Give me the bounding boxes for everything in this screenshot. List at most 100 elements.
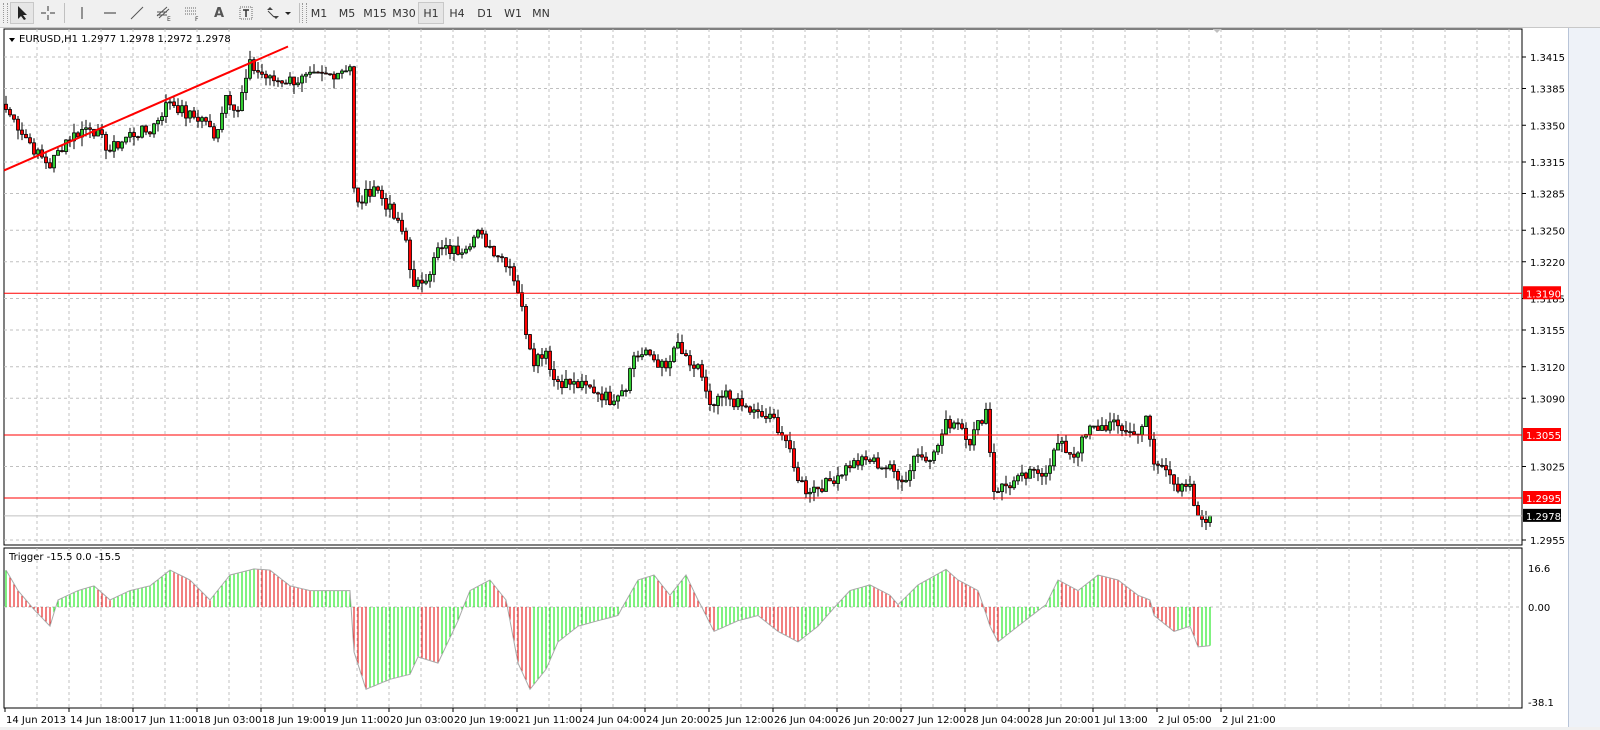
bear-candle-body bbox=[104, 134, 108, 151]
bear-candle-body bbox=[664, 360, 668, 369]
cursor-tool-button[interactable] bbox=[10, 2, 34, 24]
time-axis-label: 17 Jun 11:00 bbox=[134, 715, 198, 726]
timeframe-mn-button[interactable]: MN bbox=[528, 2, 554, 24]
bear-candle-body bbox=[996, 491, 1000, 493]
bear-candle-body bbox=[656, 359, 660, 368]
bear-candle-body bbox=[208, 120, 212, 128]
bull-candle-body bbox=[424, 280, 428, 284]
horizontal-line-price-label: 1.3190 bbox=[1526, 289, 1561, 300]
bear-candle-body bbox=[132, 132, 136, 138]
vertical-line-button[interactable] bbox=[70, 2, 94, 24]
bear-candle-body bbox=[76, 132, 80, 138]
bull-candle-body bbox=[464, 248, 468, 254]
bull-candle-body bbox=[372, 186, 376, 197]
bear-candle-body bbox=[692, 364, 696, 369]
bull-candle-body bbox=[432, 257, 436, 275]
bull-candle-body bbox=[860, 456, 864, 466]
bull-candle-body bbox=[388, 203, 392, 210]
time-axis-label: 18 Jun 03:00 bbox=[198, 715, 262, 726]
bear-candle-body bbox=[20, 129, 24, 135]
text-label-button[interactable] bbox=[234, 2, 258, 24]
bear-candle-body bbox=[1164, 465, 1168, 471]
timeframe-d1-button[interactable]: D1 bbox=[472, 2, 498, 24]
text-tool-button[interactable]: A bbox=[207, 2, 231, 24]
bull-candle-body bbox=[844, 465, 848, 476]
timeframe-m5-button[interactable]: M5 bbox=[334, 2, 360, 24]
bear-candle-body bbox=[848, 465, 852, 469]
bull-candle-body bbox=[1100, 425, 1104, 431]
bull-candle-body bbox=[1112, 419, 1116, 423]
bear-candle-body bbox=[648, 349, 652, 356]
bear-candle-body bbox=[584, 380, 588, 386]
price-axis-label: 1.3285 bbox=[1530, 190, 1565, 201]
horizontal-line-button[interactable] bbox=[98, 2, 122, 24]
bear-candle-body bbox=[172, 101, 176, 107]
timeframe-h4-button[interactable]: H4 bbox=[444, 2, 470, 24]
price-axis-label: 1.3025 bbox=[1530, 463, 1565, 474]
bear-candle-body bbox=[1096, 425, 1100, 431]
bull-candle-body bbox=[932, 451, 936, 461]
horizontal-line-price-label: 1.3055 bbox=[1526, 431, 1561, 442]
bear-candle-body bbox=[256, 70, 260, 73]
bear-candle-body bbox=[480, 229, 484, 235]
bull-candle-body bbox=[640, 354, 644, 358]
bull-candle-body bbox=[544, 350, 548, 359]
chart-canvas[interactable]: 1.3415 1.3385 1.3350 1.3315 1.3285 1.3250 1.32… bbox=[0, 28, 1568, 727]
bear-candle-body bbox=[440, 247, 444, 250]
timeframe-h1-button[interactable]: H1 bbox=[418, 2, 444, 24]
bull-candle-body bbox=[1180, 483, 1184, 492]
trendline-icon bbox=[130, 6, 144, 20]
bear-candle-body bbox=[176, 105, 180, 114]
bull-candle-body bbox=[620, 390, 624, 397]
bull-candle-body bbox=[124, 136, 128, 143]
bear-candle-body bbox=[1176, 483, 1180, 492]
price-axis-label: 1.3385 bbox=[1530, 85, 1565, 96]
horizontal-line-price-label: 1.2995 bbox=[1526, 494, 1561, 505]
bull-candle-body bbox=[112, 141, 116, 152]
bull-candle-body bbox=[200, 117, 204, 122]
bear-candle-body bbox=[800, 480, 804, 483]
bull-candle-body bbox=[36, 149, 40, 155]
price-axis-label: 1.3315 bbox=[1530, 158, 1565, 169]
bear-candle-body bbox=[512, 266, 516, 282]
toolbar-grip[interactable] bbox=[3, 3, 8, 23]
bear-candle-body bbox=[232, 104, 236, 111]
bear-candle-body bbox=[264, 73, 268, 79]
bear-candle-body bbox=[520, 292, 524, 307]
timeframe-m1-button[interactable]: M1 bbox=[306, 2, 332, 24]
chart-window[interactable]: 1.3415 1.3385 1.3350 1.3315 1.3285 1.3250 1.32… bbox=[0, 28, 1568, 727]
bull-candle-body bbox=[140, 125, 144, 138]
time-axis-label: 20 Jun 19:00 bbox=[454, 715, 518, 726]
bull-candle-body bbox=[340, 70, 344, 74]
bull-candle-body bbox=[168, 101, 172, 104]
arrows-dropdown-button[interactable] bbox=[262, 2, 294, 24]
bull-candle-body bbox=[668, 361, 672, 369]
bull-candle-body bbox=[468, 246, 472, 250]
bear-candle-body bbox=[412, 269, 416, 287]
bull-candle-body bbox=[416, 279, 420, 287]
trendline-button[interactable] bbox=[125, 2, 149, 24]
bull-candle-body bbox=[1088, 425, 1092, 435]
bear-candle-body bbox=[956, 422, 960, 425]
bear-candle-body bbox=[788, 440, 792, 450]
candle bbox=[672, 345, 676, 363]
bear-candle-body bbox=[720, 395, 724, 398]
bull-candle-body bbox=[1080, 436, 1084, 454]
bull-candle-body bbox=[572, 381, 576, 385]
fibonacci-fan-button[interactable]: E bbox=[152, 2, 176, 24]
fibonacci-retracement-button[interactable]: F bbox=[180, 2, 204, 24]
candle bbox=[336, 72, 340, 80]
price-axis-label: 1.2955 bbox=[1530, 536, 1565, 547]
bear-candle-body bbox=[816, 486, 820, 490]
timeframe-w1-button[interactable]: W1 bbox=[500, 2, 526, 24]
timeframe-m15-button[interactable]: M15 bbox=[362, 2, 388, 24]
timeframe-m30-button[interactable]: M30 bbox=[391, 2, 417, 24]
svg-text:E: E bbox=[167, 16, 171, 22]
bull-candle-body bbox=[304, 73, 308, 77]
bear-candle-body bbox=[1184, 483, 1188, 487]
bull-candle-body bbox=[488, 245, 492, 248]
bull-candle-body bbox=[716, 395, 720, 406]
crosshair-tool-button[interactable] bbox=[36, 2, 60, 24]
bull-candle-body bbox=[768, 413, 772, 419]
bear-candle-body bbox=[284, 82, 288, 85]
